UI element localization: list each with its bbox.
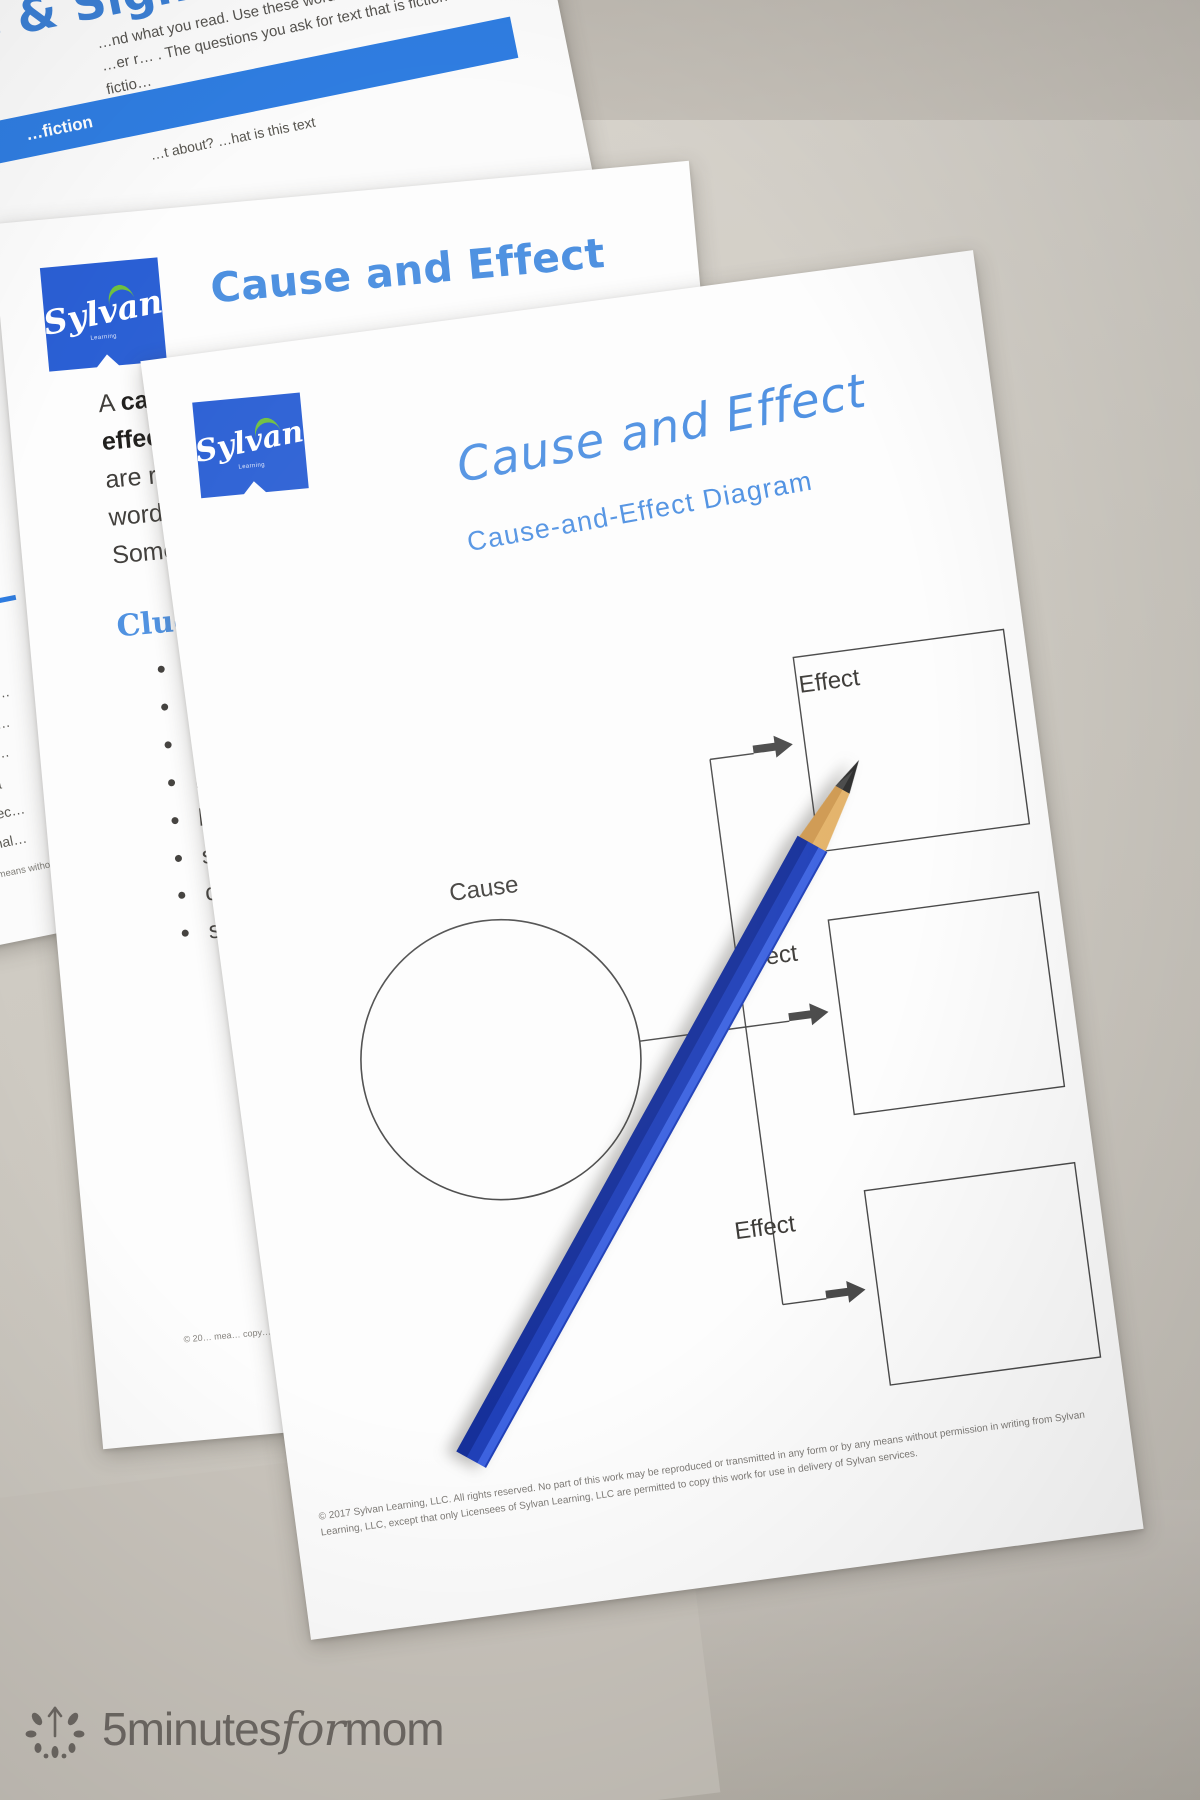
watermark-5-minutes-for-mom: 5minutesformom <box>22 1696 445 1762</box>
sylvan-tagline: Learning <box>90 333 118 342</box>
photo-scene: Words & Signal Words …nd what you read. … <box>0 0 1200 1800</box>
effect-box-1 <box>792 628 1031 853</box>
sparkle-burst-icon <box>25 1706 85 1759</box>
watermark-word-for: for <box>280 1702 346 1756</box>
sylvan-logo-notch <box>95 353 121 369</box>
connector-trunk <box>639 1026 746 1042</box>
question-words-bar-label: …fiction <box>23 112 95 145</box>
watermark-word-minutes: minutes <box>126 1703 282 1755</box>
effect-box-2 <box>827 891 1066 1116</box>
arrow-icon <box>825 1280 866 1303</box>
watermark-text: 5minutesformom <box>102 1702 445 1756</box>
connector-branch-1 <box>709 752 754 761</box>
arrow-icon <box>788 1003 829 1026</box>
cause-circle <box>360 918 642 1201</box>
effect-box-3 <box>863 1161 1102 1386</box>
arrow-icon <box>752 735 793 758</box>
worksheet-cause-effect-diagram[interactable]: Sylvan Learning Cause and Effect Cause-a… <box>140 250 1144 1640</box>
watermark-word-mom: mom <box>344 1703 444 1755</box>
connector-branch-2 <box>745 1020 790 1028</box>
watermark-number: 5 <box>102 1703 128 1755</box>
connector-branch-3 <box>782 1298 827 1306</box>
